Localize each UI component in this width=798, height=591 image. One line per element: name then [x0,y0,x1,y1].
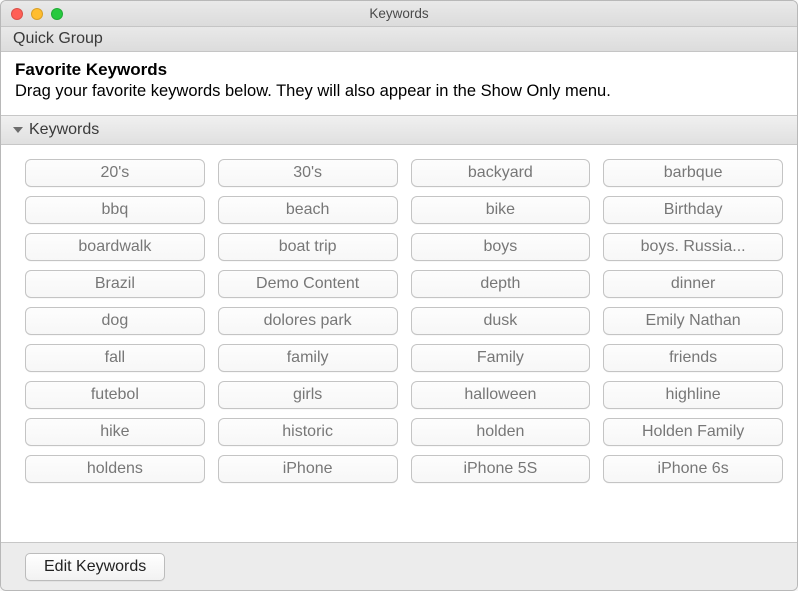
favorites-title: Favorite Keywords [15,60,783,80]
keyword-pill[interactable]: iPhone 6s [603,455,783,483]
keyword-pill[interactable]: barbque [603,159,783,187]
keyword-pill[interactable]: boat trip [218,233,398,261]
keyword-pill[interactable]: dinner [603,270,783,298]
titlebar: Keywords [1,1,797,27]
keyword-pill[interactable]: historic [218,418,398,446]
keyword-pill[interactable]: dusk [411,307,591,335]
edit-keywords-label: Edit Keywords [44,558,146,576]
keyword-pill[interactable]: friends [603,344,783,372]
close-window-button[interactable] [11,8,23,20]
keyword-pill[interactable]: dolores park [218,307,398,335]
keyword-pill[interactable]: Family [411,344,591,372]
keyword-pill[interactable]: fall [25,344,205,372]
keyword-pill[interactable]: Brazil [25,270,205,298]
keyword-pill[interactable]: depth [411,270,591,298]
keyword-grid: 20's 30's backyard barbque bbq beach bike Birth… [25,159,783,483]
keyword-pill[interactable]: iPhone [218,455,398,483]
favorites-description: Drag your favorite keywords below. They … [15,82,783,101]
keywords-section-header[interactable]: Keywords [1,116,797,145]
minimize-window-button[interactable] [31,8,43,20]
keywords-window: Keywords Quick Group Favorite Keywords D… [0,0,798,591]
keyword-pill[interactable]: bike [411,196,591,224]
quick-group-bar[interactable]: Quick Group [1,27,797,52]
disclosure-triangle-icon [13,127,23,133]
footer-bar: Edit Keywords [1,542,797,590]
quick-group-label: Quick Group [13,30,103,48]
keyword-pill[interactable]: boardwalk [25,233,205,261]
keyword-pill[interactable]: iPhone 5S [411,455,591,483]
keyword-pill[interactable]: 30's [218,159,398,187]
keywords-section-label: Keywords [29,121,99,139]
keyword-pill[interactable]: Demo Content [218,270,398,298]
keyword-pill[interactable]: futebol [25,381,205,409]
window-traffic-lights [11,8,63,20]
keyword-pill[interactable]: dog [25,307,205,335]
keyword-pill[interactable]: highline [603,381,783,409]
keyword-pill[interactable]: boys. Russia... [603,233,783,261]
keyword-pill[interactable]: girls [218,381,398,409]
window-title: Keywords [1,6,797,21]
keywords-body: 20's 30's backyard barbque bbq beach bike Birth… [1,145,797,542]
keyword-pill[interactable]: holdens [25,455,205,483]
keyword-pill[interactable]: Holden Family [603,418,783,446]
favorites-section: Favorite Keywords Drag your favorite key… [1,52,797,116]
keyword-pill[interactable]: halloween [411,381,591,409]
zoom-window-button[interactable] [51,8,63,20]
keyword-pill[interactable]: holden [411,418,591,446]
keyword-pill[interactable]: Emily Nathan [603,307,783,335]
keyword-pill[interactable]: boys [411,233,591,261]
edit-keywords-button[interactable]: Edit Keywords [25,553,165,581]
keyword-pill[interactable]: bbq [25,196,205,224]
keyword-pill[interactable]: 20's [25,159,205,187]
keyword-pill[interactable]: backyard [411,159,591,187]
keyword-pill[interactable]: family [218,344,398,372]
keyword-pill[interactable]: Birthday [603,196,783,224]
keyword-pill[interactable]: beach [218,196,398,224]
keyword-pill[interactable]: hike [25,418,205,446]
